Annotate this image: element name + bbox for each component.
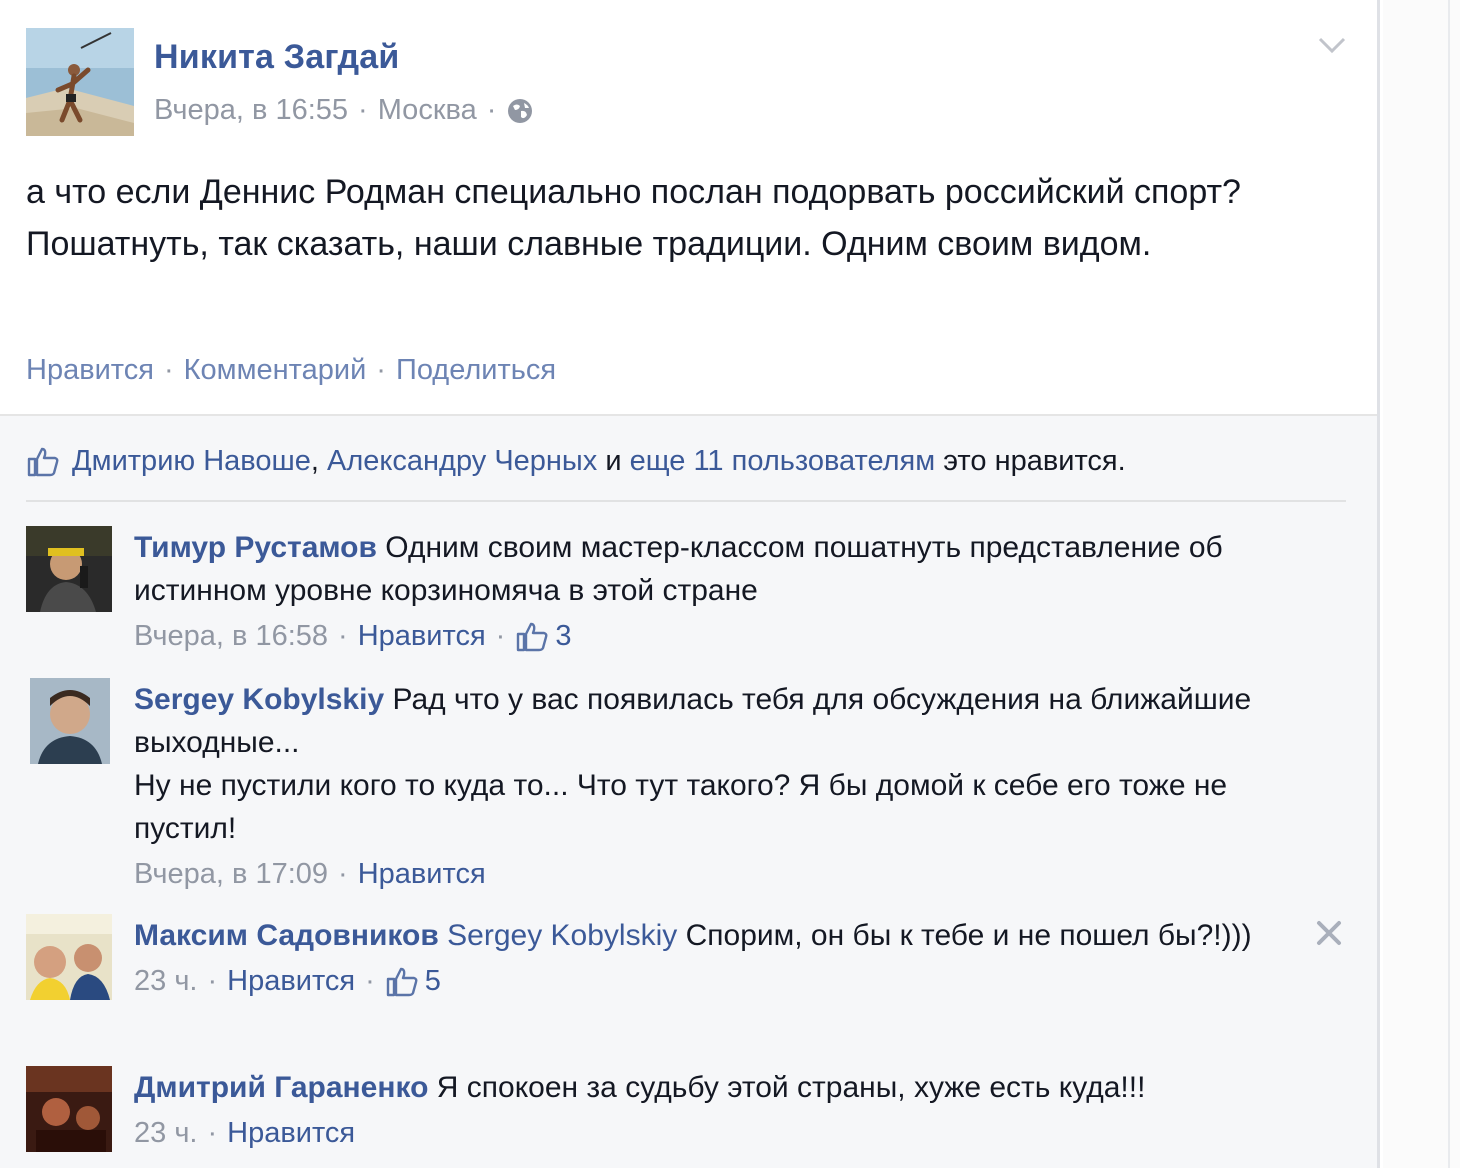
meta-separator: ·: [207, 965, 218, 997]
thumbs-up-icon: [515, 620, 549, 652]
chevron-down-icon[interactable]: [1316, 30, 1348, 60]
meta-separator: ·: [495, 620, 506, 652]
like-count-value: 3: [555, 620, 572, 652]
comment-time[interactable]: Вчера, в 16:58: [134, 614, 328, 658]
likes-and: и: [605, 444, 622, 477]
globe-icon[interactable]: [506, 97, 534, 125]
like-count-value: 5: [424, 965, 441, 997]
divider: [26, 500, 1346, 502]
post-location[interactable]: Москва: [378, 94, 477, 127]
comment-time[interactable]: 23 ч.: [134, 959, 197, 1003]
comment-text: Спорим, он бы к тебе и не пошел бы?!))): [685, 919, 1252, 952]
commenter-name[interactable]: Максим Садовников: [134, 919, 439, 952]
comment-like-button[interactable]: Нравится: [358, 614, 486, 658]
comment-meta: 23 ч. · Нравится: [134, 1111, 1334, 1155]
commenter-name[interactable]: Тимур Рустамов: [134, 531, 377, 564]
comment-time[interactable]: 23 ч.: [134, 1111, 197, 1155]
comment-body: Тимур Рустамов Одним своим мастер-классо…: [134, 526, 1334, 658]
liker-link-1[interactable]: Дмитрию Навоше: [72, 445, 311, 478]
commenter-name[interactable]: Дмитрий Гараненко: [134, 1071, 428, 1104]
comment-meta: Вчера, в 16:58 · Нравится · 3: [134, 614, 1334, 658]
comment-body: Максим Садовников Sergey Kobylskiy Спори…: [134, 914, 1334, 1003]
avatar[interactable]: [26, 1066, 112, 1152]
right-divider: [1448, 0, 1450, 1168]
comment-time[interactable]: Вчера, в 17:09: [134, 852, 328, 896]
post-actions: Нравится · Комментарий · Поделиться: [26, 354, 556, 387]
post-time[interactable]: Вчера, в 16:55: [154, 94, 348, 127]
comment-body: Sergey Kobylskiy Рад что у вас появилась…: [134, 678, 1334, 896]
action-separator: ·: [376, 354, 386, 386]
avatar[interactable]: [26, 526, 112, 612]
meta-separator: ·: [365, 965, 375, 997]
share-button[interactable]: Поделиться: [396, 354, 556, 386]
post-meta: Вчера, в 16:55 · Москва ·: [154, 94, 534, 127]
comment-body: Дмитрий Гараненко Я спокоен за судьбу эт…: [134, 1066, 1334, 1155]
comment-like-button[interactable]: Нравится: [358, 852, 486, 896]
meta-separator: ·: [338, 620, 348, 652]
liker-link-2[interactable]: Александру Черных: [327, 445, 597, 478]
mention-link[interactable]: Sergey Kobylskiy: [447, 919, 677, 952]
close-icon[interactable]: [1314, 918, 1344, 948]
comment-like-count[interactable]: 3: [515, 614, 571, 658]
action-separator: ·: [163, 354, 174, 386]
post-author-name[interactable]: Никита Загдай: [154, 38, 399, 77]
comment-text: Я спокоен за судьбу этой страны, хуже ес…: [436, 1071, 1146, 1104]
like-button[interactable]: Нравится: [26, 354, 154, 386]
comment-like-button[interactable]: Нравится: [227, 1111, 355, 1155]
meta-separator: ·: [207, 1117, 218, 1149]
comment-like-button[interactable]: Нравится: [227, 959, 355, 1003]
thumbs-up-icon: [385, 965, 419, 997]
likes-comma: ,: [310, 444, 319, 477]
meta-separator: ·: [358, 94, 368, 126]
likes-suffix: это нравится.: [943, 444, 1126, 477]
likes-summary: Дмитрию Навоше, Александру Черных и еще …: [26, 444, 1126, 478]
post-text: а что если Деннис Родман специально посл…: [26, 173, 1241, 263]
comment-button[interactable]: Комментарий: [184, 354, 367, 386]
author-avatar[interactable]: [26, 28, 134, 136]
likers-others-link[interactable]: еще 11 пользователям: [630, 445, 936, 478]
thumbs-up-icon: [26, 444, 60, 478]
comment-text-line2: Ну не пустили кого то куда то... Что тут…: [134, 769, 1228, 845]
comment-meta: Вчера, в 17:09 · Нравится: [134, 852, 1334, 896]
avatar[interactable]: [30, 678, 110, 764]
comment-like-count[interactable]: 5: [385, 959, 441, 1003]
commenter-name[interactable]: Sergey Kobylskiy: [134, 683, 384, 716]
avatar[interactable]: [26, 914, 112, 1000]
meta-separator: ·: [486, 94, 497, 126]
meta-separator: ·: [338, 858, 348, 890]
comment-meta: 23 ч. · Нравится · 5: [134, 959, 1334, 1003]
